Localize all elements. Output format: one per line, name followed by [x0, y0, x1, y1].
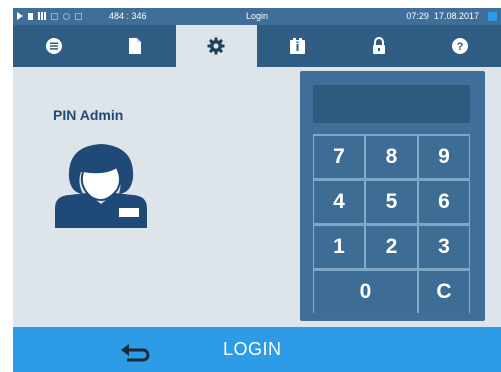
svg-text:?: ?	[457, 41, 464, 53]
key-9[interactable]: 9	[418, 136, 470, 178]
date-time: 07:29 17.08.2017	[406, 11, 479, 21]
back-arrow-icon	[121, 344, 150, 362]
key-4[interactable]: 4	[313, 181, 365, 223]
status-bar: 484 : 346 Login 07:29 17.08.2017	[13, 8, 501, 25]
gear-icon	[207, 37, 225, 55]
tab-bar: ?	[13, 25, 501, 67]
key-6[interactable]: 6	[418, 181, 470, 223]
key-3[interactable]: 3	[418, 226, 470, 268]
tab-settings[interactable]	[175, 25, 257, 67]
pin-admin-label: PIN Admin	[53, 107, 124, 123]
status-indicator	[488, 12, 497, 21]
tab-menu[interactable]	[13, 25, 94, 67]
login-button[interactable]: LOGIN	[223, 339, 282, 360]
info-icon	[289, 38, 305, 54]
key-1[interactable]: 1	[313, 226, 365, 268]
screen: 484 : 346 Login 07:29 17.08.2017 ? PIN A…	[13, 8, 501, 372]
back-button[interactable]	[113, 338, 157, 362]
menu-icon	[45, 38, 62, 54]
tab-document[interactable]	[94, 25, 175, 67]
lock-icon	[372, 37, 385, 54]
footer-bar: LOGIN	[13, 327, 501, 372]
key-0[interactable]: 0	[313, 271, 418, 313]
pin-keypad: 7 8 9 4 5 6 1 2 3 0 C	[300, 71, 485, 321]
admin-user-icon	[55, 144, 147, 228]
key-clear[interactable]: C	[418, 271, 470, 313]
time: 07:29	[406, 11, 429, 21]
key-8[interactable]: 8	[365, 136, 418, 178]
key-2[interactable]: 2	[365, 226, 418, 268]
tab-info[interactable]	[257, 25, 338, 67]
document-icon	[128, 38, 141, 54]
key-5[interactable]: 5	[365, 181, 418, 223]
pin-display	[313, 85, 470, 123]
key-7[interactable]: 7	[313, 136, 365, 178]
help-icon: ?	[452, 38, 469, 54]
tab-lock[interactable]	[338, 25, 419, 67]
keypad-keys: 7 8 9 4 5 6 1 2 3 0 C	[313, 134, 470, 313]
date: 17.08.2017	[433, 11, 479, 21]
tab-help[interactable]: ?	[420, 25, 501, 67]
